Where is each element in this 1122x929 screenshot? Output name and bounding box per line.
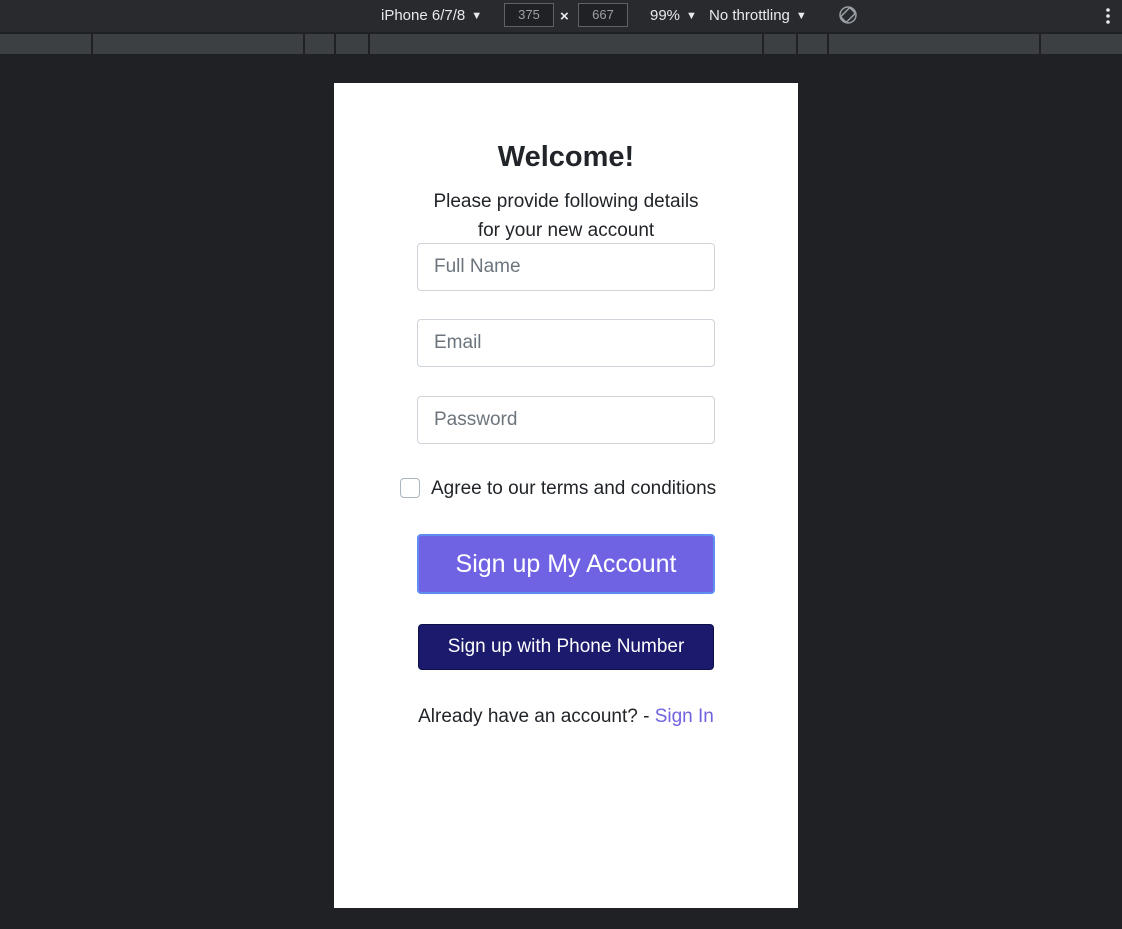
terms-checkbox[interactable] — [400, 478, 420, 498]
media-query-segment[interactable] — [336, 34, 370, 54]
throttling-select[interactable]: No throttling ▼ — [709, 0, 807, 32]
signup-phone-button[interactable]: Sign up with Phone Number — [418, 624, 714, 670]
device-label: iPhone 6/7/8 — [381, 7, 466, 24]
zoom-label: 99% — [650, 7, 681, 24]
device-viewport: Welcome! Please provide following detail… — [334, 83, 798, 908]
page-subtitle: Please provide following details for you… — [433, 191, 699, 241]
kebab-menu-icon[interactable] — [1100, 6, 1116, 26]
media-query-segment[interactable] — [93, 34, 305, 54]
throttling-label: No throttling — [709, 7, 790, 24]
signin-prompt: Already have an account? - Sign In — [416, 702, 716, 731]
dropdown-caret-icon: ▼ — [471, 10, 483, 22]
device-toolbar: iPhone 6/7/8 ▼ 375 × 667 99% ▼ No throttli… — [0, 0, 1122, 32]
media-query-segment[interactable] — [370, 34, 764, 54]
media-query-bar — [0, 32, 1122, 56]
password-input[interactable] — [417, 396, 715, 444]
media-query-segment[interactable] — [0, 34, 93, 54]
full-name-input[interactable] — [417, 243, 715, 291]
dimension-separator: × — [560, 8, 569, 25]
dropdown-caret-icon: ▼ — [686, 10, 697, 22]
signin-link[interactable]: Sign In — [655, 706, 714, 727]
media-query-segment[interactable] — [1041, 34, 1122, 54]
media-query-segment[interactable] — [764, 34, 798, 54]
media-query-segment[interactable] — [798, 34, 829, 54]
rotate-icon[interactable] — [838, 5, 858, 25]
terms-row: Agree to our terms and conditions — [400, 475, 760, 503]
page-title: Welcome! — [497, 141, 635, 173]
zoom-select[interactable]: 99% ▼ — [650, 0, 697, 32]
media-query-segment[interactable] — [829, 34, 1041, 54]
terms-label[interactable]: Agree to our terms and conditions — [431, 475, 716, 503]
width-input[interactable]: 375 — [504, 3, 554, 27]
media-query-segment[interactable] — [305, 34, 336, 54]
device-select[interactable]: iPhone 6/7/8 ▼ — [381, 0, 482, 32]
signin-prompt-text: Already have an account? - — [418, 706, 655, 727]
email-input[interactable] — [417, 319, 715, 367]
signup-account-button[interactable]: Sign up My Account — [417, 534, 715, 594]
height-input[interactable]: 667 — [578, 3, 628, 27]
dropdown-caret-icon: ▼ — [795, 10, 807, 22]
